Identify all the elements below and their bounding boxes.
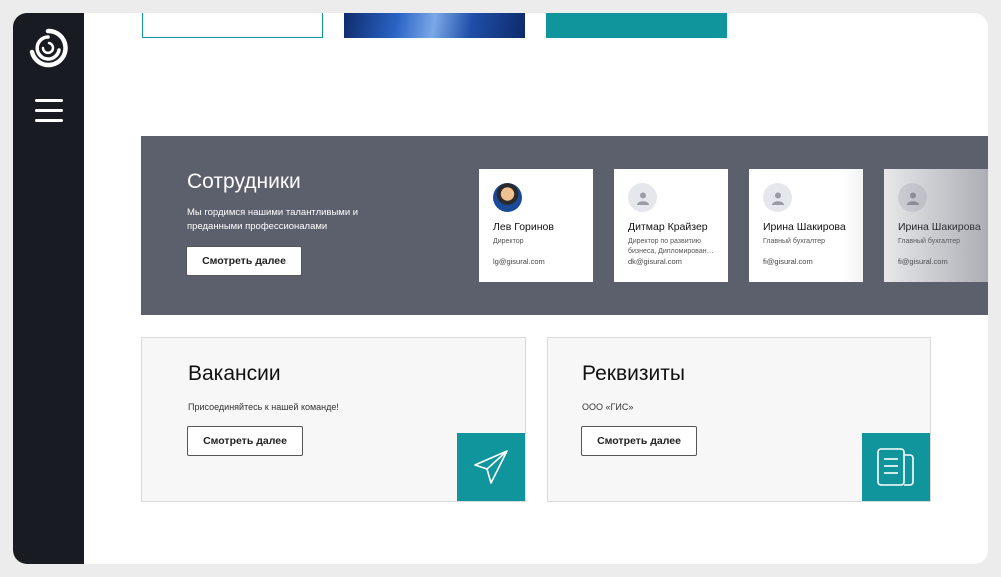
main-content: Сотрудники Мы гордимся нашими талантливы…: [84, 13, 988, 564]
document-icon: [862, 433, 930, 501]
vacancies-card: Вакансии Присоединяйтесь к нашей команде…: [141, 337, 526, 502]
employee-card[interactable]: Лев Горинов Директор lg@gisural.com: [479, 169, 593, 282]
avatar: [493, 183, 522, 212]
vacancies-description: Присоединяйтесь к нашей команде!: [188, 402, 339, 412]
employee-name: Ирина Шакирова: [898, 221, 981, 233]
top-card-image[interactable]: [344, 13, 525, 38]
swirl-logo-icon[interactable]: [28, 28, 68, 68]
employee-card[interactable]: Ирина Шакирова Главный бухгалтер fi@gisu…: [749, 169, 863, 282]
avatar-placeholder-icon: [628, 183, 657, 212]
employee-name: Ирина Шакирова: [763, 221, 846, 233]
employee-role: Главный бухгалтер: [898, 238, 960, 245]
sidebar: [13, 13, 84, 564]
employee-role: Директор: [493, 238, 524, 245]
requisites-more-button[interactable]: Смотреть далее: [581, 426, 697, 456]
employee-role: Директор по развитию бизнеса, Дипломиров…: [628, 238, 714, 255]
top-card-teal[interactable]: [546, 13, 727, 38]
employee-role: Главный бухгалтер: [763, 238, 825, 245]
employee-name: Лев Горинов: [493, 221, 554, 233]
employee-email: fi@gisural.com: [763, 257, 813, 266]
employee-email: dk@gisural.com: [628, 257, 682, 266]
hamburger-menu-icon[interactable]: [35, 99, 63, 123]
paper-plane-icon: [457, 433, 525, 501]
employees-title: Сотрудники: [187, 170, 301, 193]
employee-email: lg@gisural.com: [493, 257, 545, 266]
app-frame: Сотрудники Мы гордимся нашими талантливы…: [13, 13, 988, 564]
employee-name: Дитмар Крайзер: [628, 221, 708, 233]
employee-card[interactable]: Ирина Шакирова Главный бухгалтер fi@gisu…: [884, 169, 988, 282]
avatar-placeholder-icon: [898, 183, 927, 212]
requisites-description: ООО «ГИС»: [582, 402, 634, 412]
employees-more-button[interactable]: Смотреть далее: [186, 246, 302, 276]
requisites-card: Реквизиты ООО «ГИС» Смотреть далее: [547, 337, 931, 502]
top-card-outline[interactable]: [142, 13, 323, 38]
employees-section: Сотрудники Мы гордимся нашими талантливы…: [141, 136, 988, 315]
employee-email: fi@gisural.com: [898, 257, 948, 266]
requisites-title: Реквизиты: [582, 362, 685, 385]
vacancies-more-button[interactable]: Смотреть далее: [187, 426, 303, 456]
avatar-placeholder-icon: [763, 183, 792, 212]
employees-description: Мы гордимся нашими талантливыми и предан…: [187, 207, 359, 232]
vacancies-title: Вакансии: [188, 362, 281, 385]
employee-card[interactable]: Дитмар Крайзер Директор по развитию бизн…: [614, 169, 728, 282]
